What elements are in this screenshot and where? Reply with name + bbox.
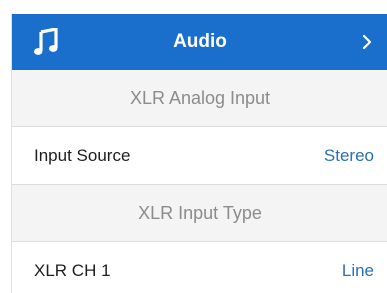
audio-header[interactable]: Audio <box>12 14 387 70</box>
section-header-xlr-input-type: XLR Input Type <box>12 185 387 242</box>
setting-label: XLR CH 1 <box>34 261 111 280</box>
audio-settings-panel: Audio XLR Analog Input Input Source Ster… <box>11 14 387 293</box>
header-title: Audio <box>173 31 227 52</box>
chevron-right-icon[interactable] <box>362 33 372 51</box>
setting-label: Input Source <box>34 146 131 165</box>
setting-value[interactable]: Line <box>342 242 374 293</box>
section-header-xlr-analog-input: XLR Analog Input <box>12 70 387 127</box>
setting-row-input-source[interactable]: Input Source Stereo <box>12 127 387 185</box>
setting-row-xlr-ch1[interactable]: XLR CH 1 Line <box>12 242 387 293</box>
setting-value[interactable]: Stereo <box>324 127 374 184</box>
